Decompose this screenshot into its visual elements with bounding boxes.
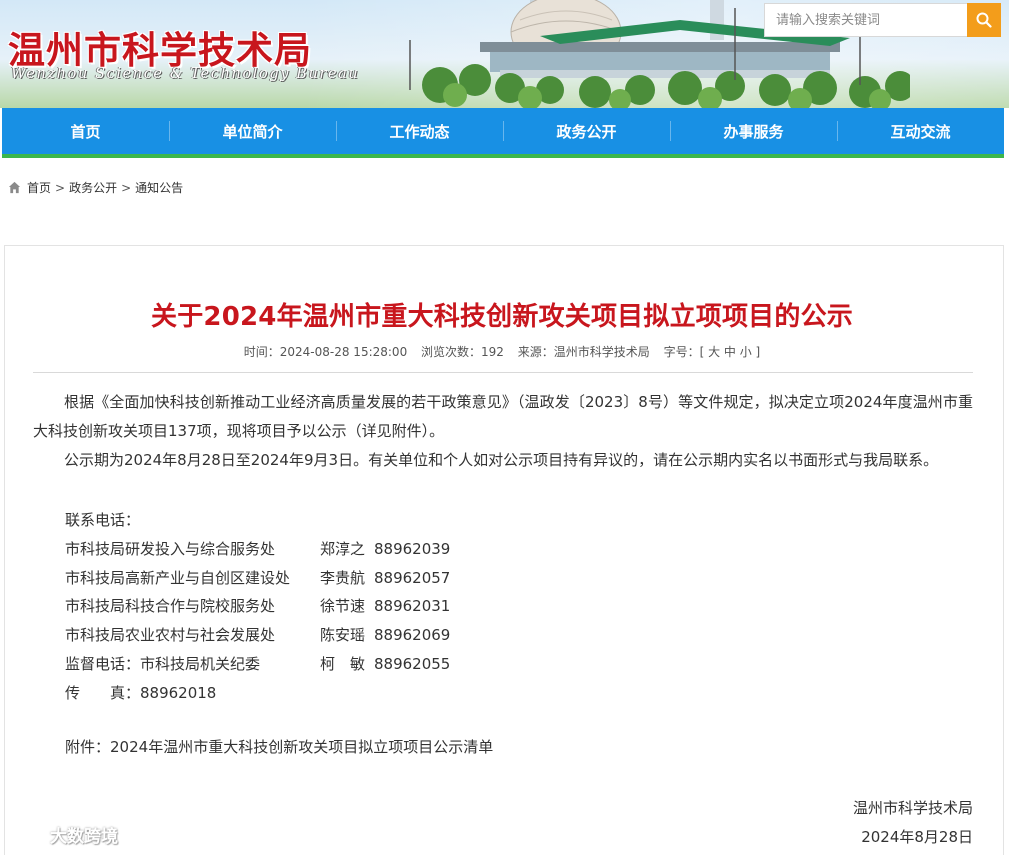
breadcrumb-separator: > bbox=[55, 180, 66, 195]
supervision-row: 监督电话：市科技局机关纪委 柯 敏 88962055 bbox=[65, 650, 450, 679]
watermark-text: 大数跨境 bbox=[50, 827, 118, 847]
fax-line: 传 真：88962018 bbox=[65, 683, 217, 702]
article-title: 关于2024年温州市重大科技创新攻关项目拟立项项目的公示 bbox=[151, 302, 853, 332]
signature-date: 2024年8月28日 bbox=[861, 828, 973, 846]
contact-list: 联系电话： 市科技局研发投入与综合服务处 郑淳之 88962039 市科技局高新… bbox=[65, 506, 450, 708]
site-logo-subtitle: Wenzhou Science & Technology Bureau bbox=[11, 66, 360, 82]
watermark-logo-icon bbox=[8, 825, 46, 843]
contact-name: 李贵航 bbox=[320, 568, 366, 587]
main-nav: 首页 单位简介 工作动态 政务公开 办事服务 互动交流 bbox=[2, 108, 1004, 158]
search-box bbox=[764, 3, 967, 37]
contact-phone: 88962031 bbox=[374, 597, 451, 616]
contact-phone: 88962039 bbox=[374, 539, 451, 558]
publish-time: 时间：2024-08-28 15:28:00 bbox=[243, 345, 408, 359]
contact-label: 联系电话： bbox=[65, 511, 141, 529]
search-button[interactable] bbox=[967, 3, 1001, 37]
title-divider bbox=[33, 372, 973, 373]
home-icon bbox=[8, 181, 21, 194]
nav-item-about[interactable]: 单位简介 bbox=[169, 108, 336, 154]
contact-dept: 市科技局高新产业与自创区建设处 bbox=[65, 568, 291, 587]
nav-item-services[interactable]: 办事服务 bbox=[670, 108, 837, 154]
contact-name: 柯 敏 bbox=[320, 654, 366, 673]
nav-item-home[interactable]: 首页 bbox=[2, 108, 169, 154]
view-count: 浏览次数：192 bbox=[421, 345, 504, 359]
signature: 温州市科学技术局 2024年8月28日 bbox=[853, 794, 973, 852]
breadcrumb-gov-affairs[interactable]: 政务公开 bbox=[69, 179, 117, 196]
contact-phone: 88962057 bbox=[374, 568, 451, 587]
contact-row: 市科技局科技合作与院校服务处 徐节速 88962031 bbox=[65, 592, 450, 621]
attachment-link[interactable]: 2024年温州市重大科技创新攻关项目拟立项项目公示清单 bbox=[110, 738, 493, 756]
attachment-line: 附件：2024年温州市重大科技创新攻关项目拟立项项目公示清单 bbox=[65, 736, 493, 757]
site-banner: 温州市科学技术局 Wenzhou Science & Technology Bu… bbox=[0, 0, 1009, 108]
contact-phone: 88962055 bbox=[374, 654, 451, 673]
breadcrumb-notices[interactable]: 通知公告 bbox=[135, 179, 183, 196]
article-paragraph: 公示期为2024年8月28日至2024年9月3日。有关单位和个人如对公示项目持有… bbox=[64, 451, 939, 469]
contact-dept: 市科技局科技合作与院校服务处 bbox=[65, 597, 276, 616]
attachment-label: 附件： bbox=[65, 738, 111, 756]
article-meta: 时间：2024-08-28 15:28:00 浏览次数：192 来源：温州市科学… bbox=[0, 343, 1004, 360]
font-size-switcher[interactable]: 字号：[ 大 中 小 ] bbox=[664, 345, 761, 359]
article-source: 来源：温州市科学技术局 bbox=[517, 345, 650, 359]
contact-phone: 88962069 bbox=[374, 626, 451, 645]
signature-org: 温州市科学技术局 bbox=[852, 799, 973, 817]
contact-name: 陈安瑶 bbox=[320, 626, 366, 645]
search-input[interactable] bbox=[765, 4, 967, 36]
nav-item-news[interactable]: 工作动态 bbox=[336, 108, 503, 154]
article-body: 根据《全面加快科技创新推动工业经济高质量发展的若干政策意见》（温政发〔2023〕… bbox=[33, 388, 973, 475]
watermark: 大数跨境 bbox=[8, 822, 118, 847]
contact-dept: 监督电话：市科技局机关纪委 bbox=[65, 654, 261, 673]
contact-row: 市科技局农业农村与社会发展处 陈安瑶 88962069 bbox=[65, 621, 450, 650]
contact-dept: 市科技局农业农村与社会发展处 bbox=[65, 626, 276, 645]
breadcrumb-home[interactable]: 首页 bbox=[27, 179, 51, 196]
contact-row: 市科技局高新产业与自创区建设处 李贵航 88962057 bbox=[65, 564, 450, 593]
contact-row: 市科技局研发投入与综合服务处 郑淳之 88962039 bbox=[65, 535, 450, 564]
search-icon bbox=[976, 12, 992, 28]
breadcrumb-separator: > bbox=[121, 180, 132, 195]
article-paragraph: 根据《全面加快科技创新推动工业经济高质量发展的若干政策意见》（温政发〔2023〕… bbox=[33, 393, 973, 440]
contact-dept: 市科技局研发投入与综合服务处 bbox=[65, 539, 276, 558]
breadcrumb: 首页 > 政务公开 > 通知公告 bbox=[8, 179, 183, 196]
nav-item-interaction[interactable]: 互动交流 bbox=[837, 108, 1004, 154]
nav-item-gov-affairs[interactable]: 政务公开 bbox=[503, 108, 670, 154]
contact-name: 徐节速 bbox=[320, 597, 366, 616]
contact-name: 郑淳之 bbox=[320, 539, 366, 558]
